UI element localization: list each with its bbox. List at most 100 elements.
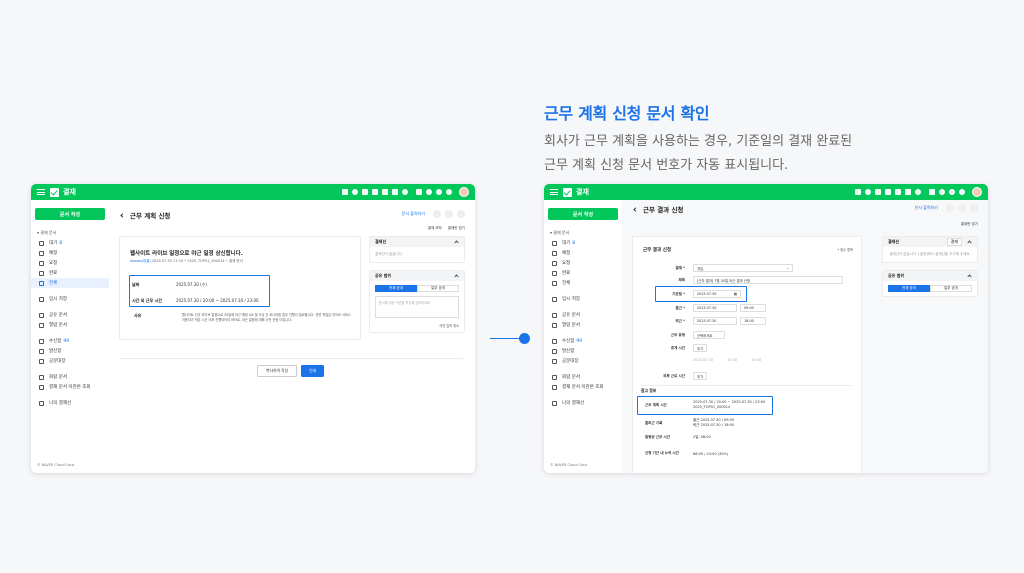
sidebar-item-all[interactable]: 전체 <box>544 278 622 288</box>
approval-line-header[interactable]: 결재선 결재 <box>883 237 977 247</box>
apps-grid-icon[interactable] <box>915 189 921 195</box>
calendar-icon[interactable] <box>885 189 891 195</box>
settings-circle-icon[interactable] <box>433 210 441 218</box>
ledger-icon <box>39 358 44 364</box>
sidebar-item-circulation[interactable]: 회람 문서 <box>544 372 622 382</box>
print-link[interactable]: 문서 출력하기 <box>402 211 425 217</box>
notification-bell-icon[interactable] <box>416 189 422 195</box>
compose-document-button[interactable]: 문서 작성 <box>35 208 105 220</box>
back-chevron-icon[interactable] <box>120 212 125 218</box>
sidebar-item-viewed[interactable]: 열람 문서 <box>31 320 109 330</box>
sidebar-item-archive[interactable]: 결재 문서 이관본 조회 <box>544 382 622 392</box>
print-link[interactable]: 인사 출력하기 <box>915 205 938 211</box>
sidebar-item-archive[interactable]: 결재 문서 이관본 조회 <box>31 382 109 392</box>
document-icon[interactable] <box>382 189 388 195</box>
approval-line-header[interactable]: 결재선 <box>370 237 464 247</box>
clock-in-date[interactable]: 2025.07.30 <box>693 304 737 312</box>
drive-icon[interactable] <box>392 189 398 195</box>
check-document-icon <box>39 270 44 276</box>
share-scope-header[interactable]: 공유 범위 <box>370 271 464 281</box>
search-circle-icon[interactable] <box>958 204 966 212</box>
user-avatar[interactable] <box>459 187 469 197</box>
apps-grid-icon[interactable] <box>402 189 408 195</box>
reason-text: 웹사이트 신규 라이브 일정으로 30일에 야근 예정 QA 및 이상 건 모니… <box>182 313 351 322</box>
copy-write-button[interactable]: 복사하여 작성 <box>257 365 298 377</box>
tab-public-all[interactable]: 전체 공개 <box>375 285 417 292</box>
hamburger-menu-icon[interactable] <box>37 189 45 195</box>
home-icon[interactable] <box>342 189 348 195</box>
sidebar-item-scheduled[interactable]: 예정 <box>544 248 622 258</box>
work-type-select[interactable]: 선택하세요 <box>693 331 725 339</box>
print-button[interactable]: 인쇄 <box>301 365 325 377</box>
chat-icon[interactable] <box>865 189 871 195</box>
organization-icon[interactable] <box>939 189 945 195</box>
clock-in-time[interactable]: 09:00 <box>740 304 766 312</box>
settings-circle-icon[interactable] <box>946 204 954 212</box>
tab-public-partial[interactable]: 일부 공개 <box>417 285 459 292</box>
collapse-approval-link[interactable]: 결재란 접기 <box>961 222 978 227</box>
sidebar-item-pending[interactable]: 대기 8 <box>544 238 622 248</box>
collapse-approval-link[interactable]: 결재란 접기 <box>448 226 465 231</box>
more-circle-icon[interactable] <box>457 210 465 218</box>
sidebar-item-drafts[interactable]: 임시 저장 <box>544 294 622 304</box>
settings-gear-icon[interactable] <box>446 189 452 195</box>
sidebar-item-my-line[interactable]: 나의 결재선 <box>31 398 109 408</box>
search-circle-icon[interactable] <box>445 210 453 218</box>
back-chevron-icon[interactable] <box>633 206 638 212</box>
sidebar-item-official-ledger[interactable]: 공문대장 <box>31 356 109 366</box>
share-scope-header[interactable]: 공유 범위 <box>883 271 977 281</box>
sidebar-item-requested[interactable]: 요청 <box>31 258 109 268</box>
comment-input[interactable]: 문서에 대한 의견을 작성해 입력하세요 <box>375 296 459 318</box>
sidebar-item-official-ledger[interactable]: 공문대장 <box>544 356 622 366</box>
chat-icon[interactable] <box>352 189 358 195</box>
compose-document-button[interactable]: 문서 작성 <box>548 208 618 220</box>
sidebar-item-label: 요청 <box>562 261 571 266</box>
document-icon[interactable] <box>895 189 901 195</box>
subject-input[interactable]: [근무 결과] 7월 30일 야근 결과 신청 <box>693 276 843 284</box>
calendar-icon[interactable] <box>372 189 378 195</box>
sidebar-item-completed[interactable]: 완료 <box>31 268 109 278</box>
help-icon[interactable] <box>436 189 442 195</box>
tab-public-all[interactable]: 전체 공개 <box>888 285 930 292</box>
help-icon[interactable] <box>949 189 955 195</box>
more-circle-icon[interactable] <box>970 204 978 212</box>
share-scope-tabs: 전체 공개 일부 공개 <box>888 285 972 292</box>
sidebar-section-approval[interactable]: ▾ 결재 문서 <box>31 228 109 238</box>
tab-public-partial[interactable]: 일부 공개 <box>930 285 972 292</box>
home-icon[interactable] <box>855 189 861 195</box>
sidebar-item-viewed[interactable]: 열람 문서 <box>544 320 622 330</box>
sidebar-item-shared[interactable]: 공유 문서 <box>31 310 109 320</box>
mail-icon[interactable] <box>362 189 368 195</box>
user-avatar[interactable] <box>972 187 982 197</box>
drive-icon[interactable] <box>905 189 911 195</box>
settings-gear-icon[interactable] <box>959 189 965 195</box>
sidebar-item-all[interactable]: 전체 <box>31 278 109 288</box>
sidebar-item-shared[interactable]: 공유 문서 <box>544 310 622 320</box>
approval-control-link[interactable]: 결재 조작 <box>428 226 442 231</box>
notification-bell-icon[interactable] <box>929 189 935 195</box>
organization-icon[interactable] <box>426 189 432 195</box>
hamburger-menu-icon[interactable] <box>550 189 558 195</box>
sidebar-item-outbox[interactable]: 발신함 <box>544 346 622 356</box>
approval-select[interactable]: 개입 ⌄ <box>693 264 793 272</box>
break-add-button[interactable]: 추가 <box>693 344 707 352</box>
clock-out-time[interactable]: 18:00 <box>740 317 766 325</box>
sidebar-item-drafts[interactable]: 임시 저장 <box>31 294 109 304</box>
required-note: * 필수 항목 <box>837 248 853 252</box>
sidebar-item-scheduled[interactable]: 예정 <box>31 248 109 258</box>
sidebar-item-my-line[interactable]: 나의 결재선 <box>544 398 622 408</box>
approval-line-edit-button[interactable]: 결재 <box>946 238 962 246</box>
external-add-button[interactable]: 추가 <box>693 372 707 380</box>
clock-out-date[interactable]: 2025.07.30 <box>693 317 737 325</box>
sidebar-item-completed[interactable]: 완료 <box>544 268 622 278</box>
sidebar-item-pending[interactable]: 대기 8 <box>31 238 109 248</box>
sidebar-item-circulation[interactable]: 회람 문서 <box>31 372 109 382</box>
mail-icon[interactable] <box>875 189 881 195</box>
sidebar-item-requested[interactable]: 요청 <box>544 258 622 268</box>
sidebar-item-inbox[interactable]: 수신함 99 <box>31 336 109 346</box>
sidebar-item-inbox[interactable]: 수신함 99 <box>544 336 622 346</box>
sidebar-section-approval[interactable]: ▾ 결재 문서 <box>544 228 622 238</box>
sidebar-item-outbox[interactable]: 발신함 <box>31 346 109 356</box>
document-writer[interactable]: daewa(대결) <box>130 259 151 263</box>
comment-actions[interactable]: 의견 입력 취소 <box>370 323 464 332</box>
